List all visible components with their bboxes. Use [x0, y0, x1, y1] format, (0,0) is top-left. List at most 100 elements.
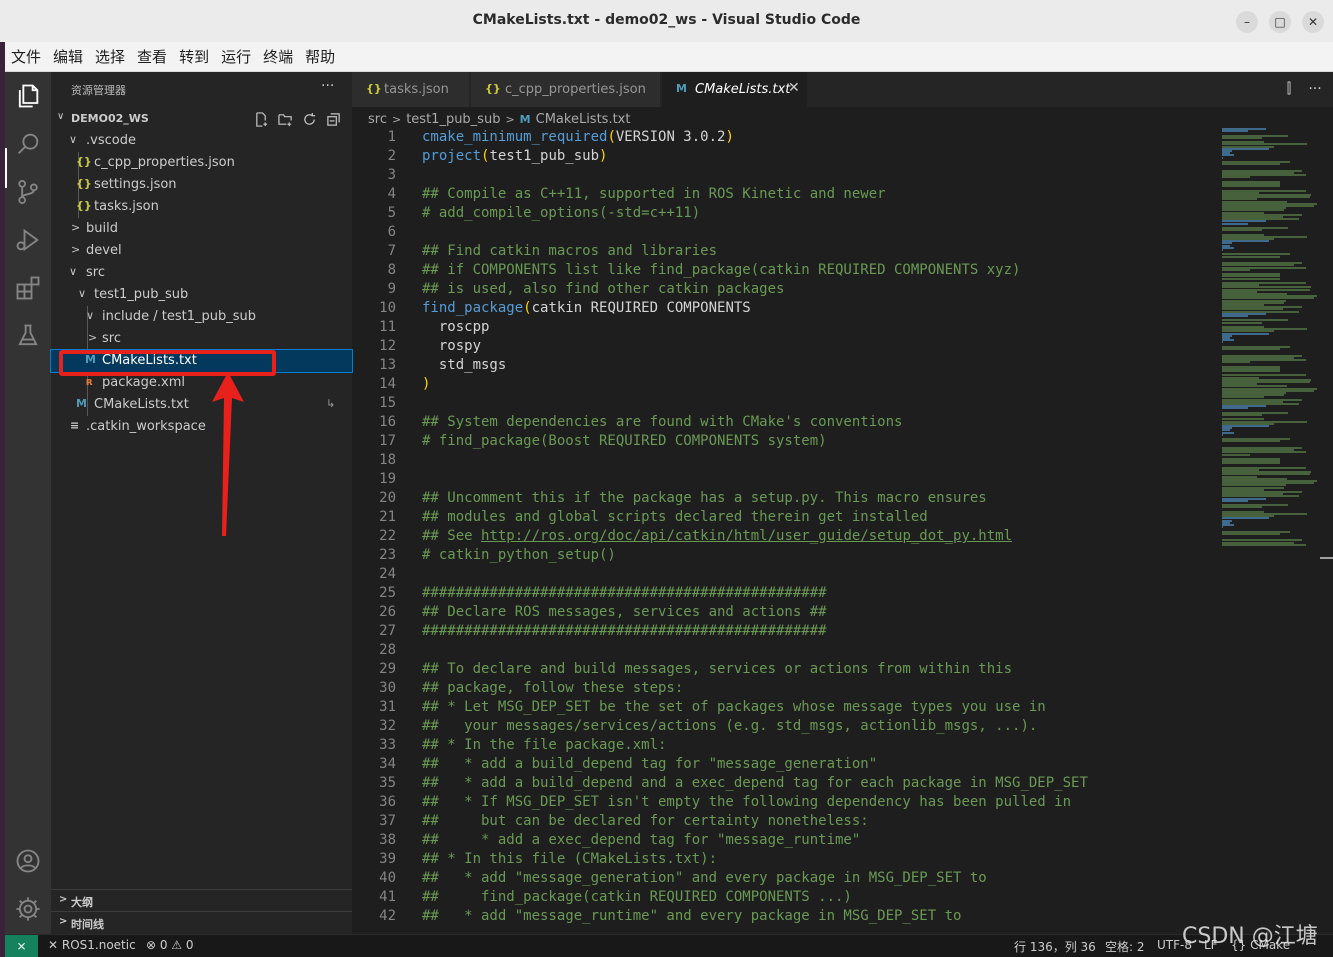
menu-bar: 文件 编辑 选择 查看 转到 运行 终端 帮助 — [5, 42, 1333, 72]
minimap-line — [1222, 499, 1249, 502]
tree-folder-include[interactable]: ∨ include / test1_pub_sub — [51, 306, 352, 328]
code-line: 4 ## Compile as C++11, supported in ROS K… — [352, 186, 1212, 205]
code-line: 41 ## find_package(catkin REQUIRED COMPON… — [352, 889, 1212, 908]
tree-file-tasks-json[interactable]: {} tasks.json — [51, 196, 352, 218]
tree-file-catkin-workspace[interactable]: ≡ .catkin_workspace — [51, 416, 352, 438]
breadcrumb-src[interactable]: src — [368, 112, 387, 127]
code-line: 7 ## Find catkin macros and libraries — [352, 243, 1212, 262]
breadcrumb-test1-pub-sub[interactable]: test1_pub_sub — [406, 112, 500, 127]
line-text: ## find_package(catkin REQUIRED COMPONEN… — [422, 889, 852, 905]
minimap-line — [1222, 255, 1280, 258]
code-line: 1 cmake_minimum_required(VERSION 3.0.2) — [352, 129, 1212, 148]
timeline-section[interactable]: > 时间线 — [51, 911, 352, 933]
code-line: 5 # add_compile_options(-std=c++11) — [352, 205, 1212, 224]
split-editor-icon[interactable]: ⫿ — [1276, 81, 1302, 97]
tree-file-cmakelists-top[interactable]: M CMakeLists.txt ↳ — [51, 394, 352, 416]
code-line: 28 — [352, 642, 1212, 661]
line-text: rospy — [422, 338, 482, 354]
collapse-all-icon[interactable] — [321, 110, 345, 128]
minimap-line — [1222, 414, 1262, 416]
outline-section[interactable]: > 大纲 — [51, 889, 352, 911]
maximize-button[interactable]: □ — [1269, 11, 1291, 33]
new-folder-icon[interactable] — [273, 110, 297, 128]
tree-folder-test1-pub-sub[interactable]: ∨ test1_pub_sub — [51, 284, 352, 306]
breadcrumb-file[interactable]: CMakeLists.txt — [536, 112, 631, 127]
tree-folder-build[interactable]: > build — [51, 218, 352, 240]
line-number: 5 — [387, 205, 396, 221]
code-line: 24 — [352, 566, 1212, 585]
editor-tabs: {} tasks.json {} c_cpp_properties.json M… — [352, 72, 1333, 107]
line-number: 29 — [379, 661, 396, 677]
vertical-scrollbar[interactable] — [1320, 128, 1333, 934]
line-number: 13 — [379, 357, 396, 373]
settings-gear-icon[interactable] — [14, 895, 42, 923]
extensions-icon[interactable] — [14, 274, 42, 302]
line-text: ) — [422, 376, 431, 392]
menu-terminal[interactable]: 终端 — [263, 46, 293, 67]
menu-run[interactable]: 运行 — [221, 46, 251, 67]
explorer-more-actions[interactable]: ··· — [321, 78, 334, 94]
line-text: ## * add a build_depend and a exec_depen… — [422, 775, 1088, 791]
chevron-right-icon: > — [88, 331, 98, 344]
line-text: # catkin_python_setup() — [422, 547, 616, 563]
minimap-line — [1222, 176, 1250, 179]
tab-c-cpp-properties[interactable]: {} c_cpp_properties.json — [471, 72, 661, 107]
chevron-right-icon: > — [505, 112, 515, 126]
menu-file[interactable]: 文件 — [11, 46, 41, 67]
minimap-line — [1222, 526, 1224, 529]
minimap[interactable] — [1216, 128, 1320, 934]
line-text: cmake_minimum_required(VERSION 3.0.2) — [422, 129, 734, 145]
code-line: 20 ## Uncomment this if the package has a… — [352, 490, 1212, 509]
line-number: 27 — [379, 623, 396, 639]
active-view-marker — [5, 148, 7, 188]
explorer-icon[interactable] — [14, 82, 42, 110]
code-line: 11 roscpp — [352, 319, 1212, 338]
tab-cmakelists-active[interactable]: M CMakeLists.txt ✕ — [662, 72, 808, 107]
tab-label: CMakeLists.txt — [695, 82, 791, 97]
line-number: 42 — [379, 908, 396, 924]
refresh-icon[interactable] — [297, 110, 321, 128]
tab-tasks-json[interactable]: {} tasks.json — [352, 72, 470, 107]
status-indentation[interactable]: 空格: 2 — [1105, 938, 1145, 955]
line-number: 20 — [379, 490, 396, 506]
tree-label: build — [86, 221, 118, 236]
search-icon[interactable] — [14, 130, 42, 158]
workspace-name: DEMO02_WS — [71, 112, 149, 125]
chevron-right-icon: > — [59, 916, 68, 927]
line-number: 23 — [379, 547, 396, 563]
tree-folder-devel[interactable]: > devel — [51, 240, 352, 262]
status-cursor-position[interactable]: 行 136，列 36 — [1014, 938, 1096, 955]
minimize-button[interactable]: – — [1236, 11, 1258, 33]
tree-folder-vscode[interactable]: ∨ .vscode — [51, 130, 352, 152]
minimap-line — [1222, 407, 1249, 410]
code-editor[interactable]: 1 cmake_minimum_required(VERSION 3.0.2) 2 p… — [352, 128, 1212, 934]
account-icon[interactable] — [14, 847, 42, 875]
close-icon[interactable]: ✕ — [788, 80, 800, 96]
status-ros-env[interactable]: ✕ ROS1.noetic — [48, 938, 136, 952]
menu-selection[interactable]: 选择 — [95, 46, 125, 67]
menu-edit[interactable]: 编辑 — [53, 46, 83, 67]
close-window-button[interactable]: ✕ — [1302, 11, 1324, 33]
remote-indicator-icon[interactable]: ⨯ — [5, 935, 38, 957]
status-problems[interactable]: ⊗ 0 ⚠ 0 — [146, 938, 194, 952]
tree-folder-src-inner[interactable]: > src — [51, 328, 352, 350]
text-file-icon: ≡ — [70, 419, 80, 432]
tree-file-settings-json[interactable]: {} settings.json — [51, 174, 352, 196]
menu-view[interactable]: 查看 — [137, 46, 167, 67]
testing-icon[interactable] — [14, 322, 42, 350]
minimap-line — [1222, 462, 1280, 465]
menu-go[interactable]: 转到 — [179, 46, 209, 67]
minimap-line — [1222, 246, 1234, 249]
more-actions-icon[interactable]: ··· — [1302, 81, 1328, 97]
minimap-line — [1222, 341, 1224, 344]
tree-folder-src[interactable]: ∨ src — [51, 262, 352, 284]
run-debug-icon[interactable] — [14, 226, 42, 254]
minimap-line — [1222, 185, 1280, 188]
line-number: 19 — [379, 471, 396, 487]
tree-file-c-cpp-properties[interactable]: {} c_cpp_properties.json — [51, 152, 352, 174]
new-file-icon[interactable] — [249, 110, 273, 128]
source-control-icon[interactable] — [14, 178, 42, 206]
chevron-right-icon: > — [59, 894, 68, 905]
workspace-header[interactable]: ∨ DEMO02_WS — [51, 108, 352, 130]
menu-help[interactable]: 帮助 — [305, 46, 335, 67]
